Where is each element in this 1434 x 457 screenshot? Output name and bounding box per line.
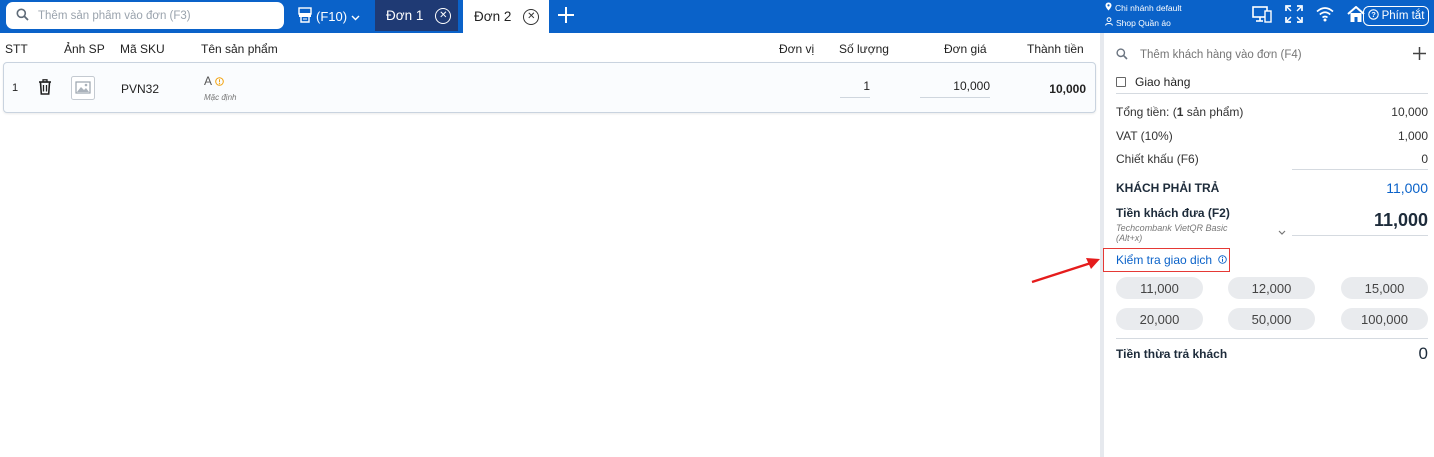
row-variant: Mặc định: [204, 93, 237, 102]
wifi-icon[interactable]: [1316, 6, 1334, 25]
close-tab-icon[interactable]: ✕: [435, 7, 452, 24]
shortcut-button[interactable]: ? Phím tắt: [1363, 6, 1429, 26]
quantity-input[interactable]: 1: [840, 76, 870, 98]
col-stt: STT: [5, 42, 28, 56]
add-customer-icon[interactable]: [1413, 47, 1426, 63]
tab-label: Đơn 2: [474, 9, 512, 24]
tab-order-1[interactable]: Đơn 1 ✕: [375, 0, 458, 31]
payment-method: Techcombank VietQR Basic (Alt+x): [1116, 223, 1228, 243]
quick-amount-button[interactable]: 11,000: [1116, 277, 1203, 299]
total-value: 10,000: [1391, 105, 1428, 119]
tab-label: Đơn 1: [386, 8, 424, 23]
change-label: Tiền thừa trả khách: [1116, 347, 1228, 361]
product-image-placeholder-icon: [71, 76, 95, 103]
location-pin-icon: [1105, 1, 1112, 16]
total-label-prefix: Tổng tiền: (: [1116, 105, 1177, 119]
search-icon: [1116, 47, 1128, 63]
col-quantity: Số lượng: [839, 42, 889, 56]
row-stt: 1: [12, 82, 19, 94]
branch-name: Chi nhánh default: [1115, 3, 1182, 13]
separator: [1116, 338, 1428, 339]
col-product-name: Tên sản phẩm: [201, 42, 278, 56]
discount-input[interactable]: 0: [1421, 152, 1428, 166]
annotation-arrow-icon: [1031, 258, 1100, 284]
chevron-down-icon: [351, 9, 360, 24]
change-value: 0: [1418, 344, 1428, 363]
separator: [1116, 93, 1428, 94]
search-icon: [16, 8, 29, 24]
paid-label: Tiền khách đưa (F2): [1116, 206, 1230, 220]
vat-value: 1,000: [1397, 129, 1428, 143]
delivery-checkbox[interactable]: [1116, 77, 1126, 87]
col-sku: Mã SKU: [120, 42, 165, 56]
payable-value: 11,000: [1386, 180, 1428, 196]
delivery-checkbox-row[interactable]: Giao hàng: [1116, 75, 1190, 89]
vat-label: VAT (10%): [1116, 129, 1173, 143]
close-tab-icon[interactable]: ✕: [523, 8, 540, 25]
info-icon: [1218, 253, 1227, 267]
top-bar: (F10) Đơn 1 ✕ Đơn 2 ✕ Chi nhánh default …: [0, 0, 1434, 33]
total-label-suffix: sản phẩm): [1183, 105, 1244, 119]
svg-text:?: ?: [1371, 10, 1376, 19]
delivery-label: Giao hàng: [1135, 75, 1191, 89]
tab-order-2[interactable]: Đơn 2 ✕: [463, 0, 549, 33]
product-search-box[interactable]: [6, 2, 284, 29]
row-total: 10,000: [1049, 82, 1086, 96]
total-label: Tổng tiền: (1 sản phẩm): [1116, 105, 1243, 119]
price-input[interactable]: 10,000: [920, 76, 990, 98]
printer-dropdown[interactable]: (F10): [298, 5, 360, 27]
top-icon-group: [1252, 5, 1365, 26]
col-image: Ảnh SP: [64, 42, 105, 56]
paid-amount-input[interactable]: 11,000: [1374, 210, 1428, 231]
printer-icon: [298, 6, 312, 26]
col-price: Đơn giá: [944, 42, 987, 56]
row-product-name: A: [204, 74, 213, 88]
user-icon: [1105, 16, 1113, 31]
customer-search-input[interactable]: [1140, 49, 1390, 61]
product-search-input[interactable]: [38, 9, 268, 22]
payment-method-chevron-icon[interactable]: [1278, 224, 1286, 238]
order-summary-panel: Giao hàng Tổng tiền: (1 sản phẩm) 10,000…: [1103, 33, 1434, 457]
customer-search-box[interactable]: [1116, 45, 1426, 65]
branch-info[interactable]: Chi nhánh default Shop Quần áo: [1105, 1, 1182, 31]
paid-underline: [1292, 235, 1428, 236]
warning-info-icon[interactable]: [215, 75, 224, 89]
help-circle-icon: ?: [1367, 9, 1379, 23]
payable-label: KHÁCH PHẢI TRẢ: [1116, 181, 1220, 195]
quick-amount-button[interactable]: 100,000: [1341, 308, 1428, 330]
printer-label: (F10): [316, 8, 348, 24]
quick-amount-button[interactable]: 12,000: [1228, 277, 1315, 299]
quick-amount-button[interactable]: 15,000: [1341, 277, 1428, 299]
col-total: Thành tiền: [1027, 42, 1084, 56]
table-row[interactable]: 1 PVN32 A Mặc định 1 10,000 10,000: [3, 62, 1096, 113]
add-tab-icon[interactable]: [557, 2, 575, 28]
check-transaction-link[interactable]: Kiểm tra giao dịch: [1103, 248, 1230, 272]
trash-icon[interactable]: [38, 79, 52, 98]
discount-underline: [1292, 169, 1428, 170]
shop-name: Shop Quần áo: [1116, 18, 1171, 28]
col-unit: Đơn vị: [779, 42, 815, 56]
row-sku: PVN32: [121, 82, 160, 96]
quick-amount-button[interactable]: 50,000: [1228, 308, 1315, 330]
discount-label: Chiết khấu (F6): [1116, 152, 1199, 166]
table-header: STT Ảnh SP Mã SKU Tên sản phẩm Đơn vị Số…: [0, 42, 1100, 56]
check-transaction-label: Kiểm tra giao dịch: [1116, 253, 1213, 267]
shortcut-label: Phím tắt: [1381, 10, 1425, 22]
quick-amount-button[interactable]: 20,000: [1116, 308, 1203, 330]
fullscreen-icon[interactable]: [1285, 5, 1303, 26]
device-sync-icon[interactable]: [1252, 5, 1272, 26]
